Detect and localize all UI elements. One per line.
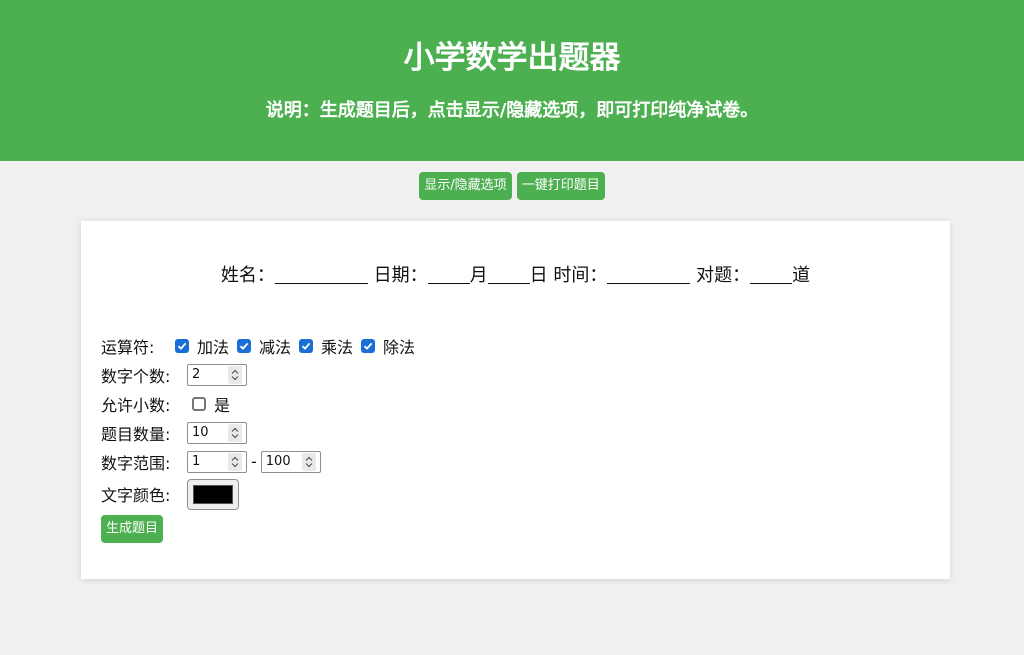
checkmark-icon: [299, 338, 314, 353]
page-description: 说明：生成题目后，点击显示/隐藏选项，即可打印纯净试卷。: [265, 100, 759, 121]
range-row: 数字范围: 1 - 100: [101, 447, 423, 476]
checkbox-icon: [192, 396, 206, 411]
month-label: 月: [469, 265, 488, 286]
allow-decimal-label: 允许小数:: [101, 395, 171, 415]
digit-count-label: 数字个数:: [101, 366, 171, 386]
checkmark-icon: [361, 338, 376, 353]
date-label: 日期：: [373, 265, 428, 286]
time-blank: [607, 263, 691, 284]
range-max-value: 100: [265, 454, 291, 469]
worksheet-card: 姓名： 日期： 月 日 时间： 对题： 道 运算符: 加法 减法 乘法 除法 数字个数…: [81, 221, 950, 579]
question-count-label: 题目数量:: [101, 424, 171, 444]
color-swatch: [193, 484, 233, 504]
operator-label: 运算符:: [101, 337, 155, 357]
question-count-row: 题目数量: 10: [101, 418, 423, 447]
day-blank: [487, 263, 530, 284]
text-color-picker[interactable]: [187, 478, 239, 510]
correct-unit: 道: [792, 265, 811, 286]
toggle-options-button[interactable]: 显示/隐藏选项: [419, 172, 512, 200]
print-questions-button[interactable]: 一键打印题目: [516, 172, 605, 200]
operator-divide-checkbox[interactable]: 除法: [361, 334, 415, 358]
operator-multiply-checkbox[interactable]: 乘法: [299, 334, 353, 358]
question-count-input[interactable]: 10: [187, 421, 247, 444]
correct-blank: [750, 263, 793, 284]
generate-row: 生成题目: [101, 512, 423, 546]
digit-count-row: 数字个数: 2: [101, 360, 423, 389]
allow-decimal-option: 是: [214, 395, 231, 415]
options-panel: 运算符: 加法 减法 乘法 除法 数字个数: 2 允许小数: 是 题目数量: 1…: [101, 331, 423, 546]
range-max-input[interactable]: 100: [260, 450, 321, 473]
name-blank: [274, 263, 368, 284]
text-color-row: 文字颜色:: [101, 476, 423, 512]
name-label: 姓名：: [220, 265, 275, 286]
operator-subtract-label: 减法: [259, 337, 292, 357]
student-info-line: 姓名： 日期： 月 日 时间： 对题： 道: [81, 263, 950, 289]
day-label: 日: [529, 265, 548, 286]
operator-multiply-label: 乘法: [321, 337, 354, 357]
correct-label: 对题：: [696, 265, 751, 286]
time-label: 时间：: [553, 265, 608, 286]
digit-count-input[interactable]: 2: [187, 363, 247, 386]
generate-questions-button[interactable]: 生成题目: [101, 515, 164, 543]
allow-decimal-checkbox[interactable]: 是: [192, 392, 230, 416]
checkmark-icon: [237, 338, 252, 353]
operator-add-label: 加法: [197, 337, 230, 357]
operator-subtract-checkbox[interactable]: 减法: [237, 334, 291, 358]
operator-row: 运算符: 加法 减法 乘法 除法: [101, 331, 423, 360]
spinner-icon[interactable]: [228, 365, 242, 384]
range-min-value: 1: [192, 454, 201, 469]
checkmark-icon: [175, 338, 189, 353]
digit-count-value: 2: [192, 367, 201, 382]
question-count-value: 10: [192, 425, 209, 440]
month-blank: [427, 263, 470, 284]
range-separator: -: [251, 452, 257, 471]
page-title: 小学数学出题器: [403, 40, 621, 76]
operator-add-checkbox[interactable]: 加法: [175, 334, 229, 358]
operator-divide-label: 除法: [383, 337, 416, 357]
spinner-icon[interactable]: [228, 423, 242, 442]
spinner-icon[interactable]: [301, 452, 316, 471]
range-label: 数字范围:: [101, 453, 171, 473]
page-header: 小学数学出题器 说明：生成题目后，点击显示/隐藏选项，即可打印纯净试卷。: [0, 0, 1024, 161]
allow-decimal-row: 允许小数: 是: [101, 389, 423, 418]
spinner-icon[interactable]: [228, 452, 242, 471]
toolbar: 显示/隐藏选项 一键打印题目: [0, 172, 1024, 200]
range-min-input[interactable]: 1: [187, 450, 247, 473]
text-color-label: 文字颜色:: [101, 486, 171, 505]
